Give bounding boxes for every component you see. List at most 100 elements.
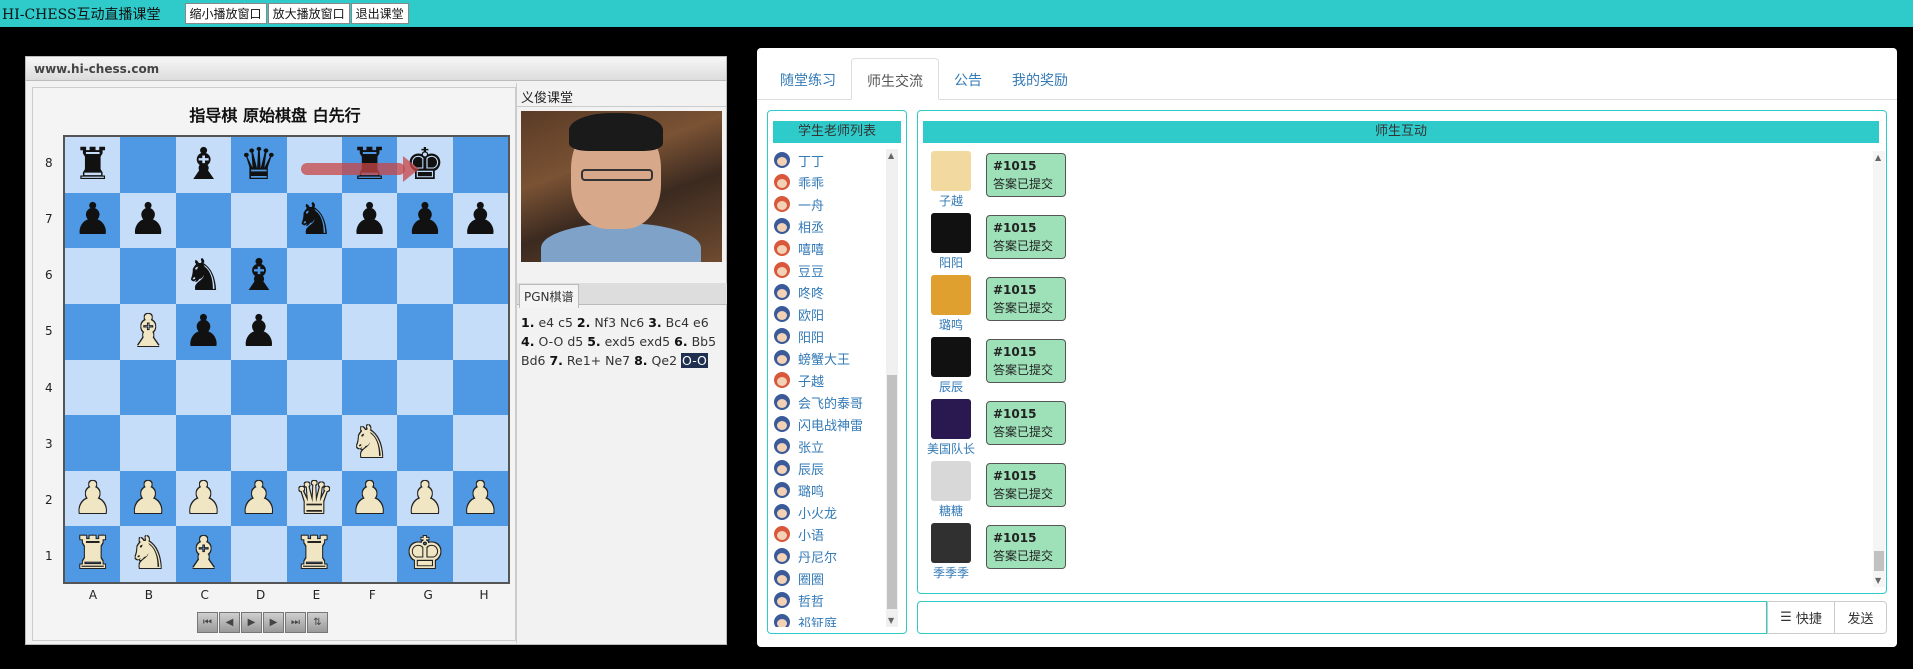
shrink-window-button[interactable]: 缩小播放窗口 [184, 3, 267, 24]
scroll-up-icon[interactable]: ▲ [888, 151, 894, 160]
board-square[interactable] [175, 192, 232, 249]
white-king-icon[interactable]: ♚ [405, 532, 444, 576]
board-square[interactable] [120, 137, 176, 193]
send-button[interactable]: 发送 [1835, 601, 1887, 634]
white-rook-icon[interactable]: ♜ [294, 532, 333, 576]
board-square[interactable] [175, 415, 232, 471]
white-bishop-icon[interactable]: ♝ [184, 532, 223, 576]
pgn-move[interactable]: O-O [681, 353, 708, 368]
list-item[interactable]: 璐鸣 [774, 479, 882, 501]
tab-announcements[interactable]: 公告 [939, 58, 997, 100]
board-square[interactable]: ♞ [175, 248, 232, 304]
board-square[interactable]: ♟ [397, 470, 453, 527]
black-pawn-icon[interactable]: ♟ [405, 198, 444, 242]
black-pawn-icon[interactable]: ♟ [239, 309, 278, 354]
board-square[interactable] [120, 415, 176, 471]
board-square[interactable]: ♞ [341, 415, 398, 471]
black-knight-icon[interactable]: ♞ [184, 254, 223, 298]
white-rook-icon[interactable]: ♜ [73, 532, 112, 576]
chat-input[interactable] [917, 601, 1767, 634]
tab-rewards[interactable]: 我的奖励 [997, 58, 1083, 100]
tab-pgn[interactable]: PGN棋谱 [519, 284, 579, 308]
board-square[interactable]: ♟ [452, 470, 508, 527]
user-list-scrollbar[interactable]: ▲ ▼ [886, 149, 898, 627]
list-item[interactable]: 乖乖 [774, 171, 882, 193]
list-item[interactable]: 祁钲庭 [774, 611, 882, 627]
board-square[interactable] [286, 415, 342, 471]
avatar[interactable] [931, 337, 971, 377]
avatar[interactable] [931, 523, 971, 563]
list-item[interactable]: 豆豆 [774, 259, 882, 281]
avatar[interactable] [931, 213, 971, 253]
scroll-up-icon[interactable]: ▲ [1875, 153, 1881, 162]
board-square[interactable] [65, 303, 121, 360]
avatar[interactable] [931, 151, 971, 191]
scrollbar-thumb[interactable] [887, 375, 897, 609]
black-rook-icon[interactable]: ♜ [73, 142, 112, 187]
chat-scrollbar[interactable]: ▲ ▼ [1873, 151, 1885, 587]
board-square[interactable] [341, 303, 398, 360]
board-square[interactable] [452, 526, 508, 582]
board-square[interactable] [120, 359, 176, 416]
board-square[interactable]: ♟ [341, 470, 398, 527]
board-square[interactable] [286, 248, 342, 304]
pgn-move[interactable]: Re1+ [567, 353, 601, 368]
board-square[interactable] [286, 303, 342, 360]
board-square[interactable]: ♟ [120, 192, 176, 249]
first-move-icon[interactable]: ⏮ [197, 612, 218, 633]
board-square[interactable] [397, 415, 453, 471]
board-square[interactable]: ♟ [231, 470, 287, 527]
board-square[interactable]: ♝ [175, 526, 232, 582]
tab-practice[interactable]: 随堂练习 [765, 58, 851, 100]
list-item[interactable]: 张立 [774, 435, 882, 457]
teacher-video[interactable] [521, 111, 722, 262]
board-square[interactable]: ♟ [175, 470, 232, 527]
white-bishop-icon[interactable]: ♝ [128, 309, 167, 354]
tab-chat[interactable]: 师生交流 [851, 58, 939, 100]
board-square[interactable] [231, 359, 287, 416]
list-item[interactable]: 丁丁 [774, 149, 882, 171]
pgn-move[interactable]: exd5 [605, 334, 636, 349]
board-square[interactable]: ♟ [397, 192, 453, 249]
board-square[interactable]: ♛ [286, 470, 342, 527]
board-square[interactable] [65, 415, 121, 471]
board-square[interactable] [397, 303, 453, 360]
next-move-icon[interactable]: ▶ [263, 612, 284, 633]
list-item[interactable]: 欧阳 [774, 303, 882, 325]
pgn-move[interactable]: exd5 [639, 334, 670, 349]
board-square[interactable] [452, 248, 508, 304]
board-square[interactable] [452, 303, 508, 360]
board-square[interactable] [65, 248, 121, 304]
white-pawn-icon[interactable]: ♟ [128, 476, 167, 521]
avatar[interactable] [931, 461, 971, 501]
list-item[interactable]: 相丞 [774, 215, 882, 237]
black-pawn-icon[interactable]: ♟ [350, 198, 389, 242]
sender-name[interactable]: 子越 [939, 192, 963, 209]
board-square[interactable] [452, 359, 508, 416]
list-item[interactable]: 会飞的泰哥 [774, 391, 882, 413]
board-square[interactable]: ♛ [231, 137, 287, 193]
board-square[interactable]: ♜ [65, 137, 121, 193]
board-square[interactable]: ♟ [341, 192, 398, 249]
list-item[interactable]: 哲哲 [774, 589, 882, 611]
white-pawn-icon[interactable]: ♟ [184, 476, 223, 521]
pgn-move[interactable]: Ne7 [605, 353, 630, 368]
sender-name[interactable]: 季季季 [933, 564, 969, 581]
black-queen-icon[interactable]: ♛ [239, 142, 278, 187]
list-item[interactable]: 子越 [774, 369, 882, 391]
board-square[interactable]: ♞ [286, 192, 342, 249]
board-square[interactable]: ♝ [231, 248, 287, 304]
board-square[interactable]: ♝ [120, 303, 176, 360]
white-knight-icon[interactable]: ♞ [350, 420, 389, 465]
board-square[interactable] [341, 359, 398, 416]
board-square[interactable]: ♟ [452, 192, 508, 249]
prev-move-icon[interactable]: ◀ [219, 612, 240, 633]
avatar[interactable] [931, 399, 971, 439]
pgn-move[interactable]: d5 [567, 334, 583, 349]
pgn-move[interactable]: e4 [538, 315, 554, 330]
board-square[interactable]: ♝ [175, 137, 232, 193]
black-pawn-icon[interactable]: ♟ [128, 198, 167, 242]
sender-name[interactable]: 阳阳 [939, 254, 963, 271]
black-knight-icon[interactable]: ♞ [294, 198, 333, 242]
scroll-down-icon[interactable]: ▼ [1875, 576, 1881, 585]
